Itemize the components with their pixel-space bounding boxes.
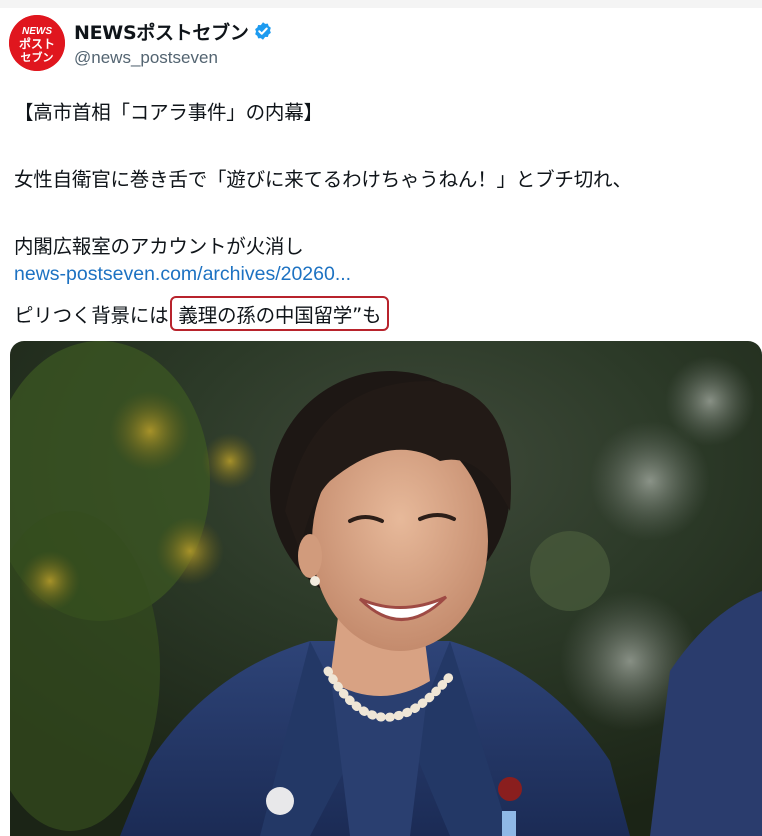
svg-text:NEWS: NEWS	[22, 26, 52, 37]
article-link[interactable]: news-postseven.com/archives/20260...	[14, 263, 351, 286]
top-divider	[0, 0, 762, 8]
svg-text:ポスト: ポスト	[19, 36, 55, 51]
tweet-text-line-5: ピリつく背景には 義理の孫の中国留学”も	[14, 296, 390, 331]
photo-of-woman-icon	[10, 341, 762, 836]
verified-badge-icon	[254, 22, 271, 40]
avatar[interactable]: NEWS ポスト セブン	[9, 15, 65, 71]
news-postseven-logo-icon: NEWS ポスト セブン	[9, 15, 65, 71]
tweet-photo[interactable]	[10, 341, 762, 836]
svg-text:セブン: セブン	[21, 50, 54, 64]
tweet-text-line-2: 女性自衛官に巻き舌で「遊びに来てるわけちゃうねん！」とブチ切れ、	[14, 168, 632, 191]
tweet-text-line-5-prefix: ピリつく背景には	[14, 304, 169, 327]
author-name-row[interactable]: NEWSポストセブン	[74, 18, 273, 44]
tweet-text-line-1: 【高市首相「コアラ事件」の内幕】	[14, 101, 323, 124]
tweet-text-line-3: 内閣広報室のアカウントが火消し	[14, 235, 304, 258]
highlighted-phrase: 義理の孫の中国留学”も	[170, 296, 390, 331]
display-name[interactable]: NEWSポストセブン	[74, 18, 249, 45]
account-handle[interactable]: @news_postseven	[74, 48, 218, 68]
